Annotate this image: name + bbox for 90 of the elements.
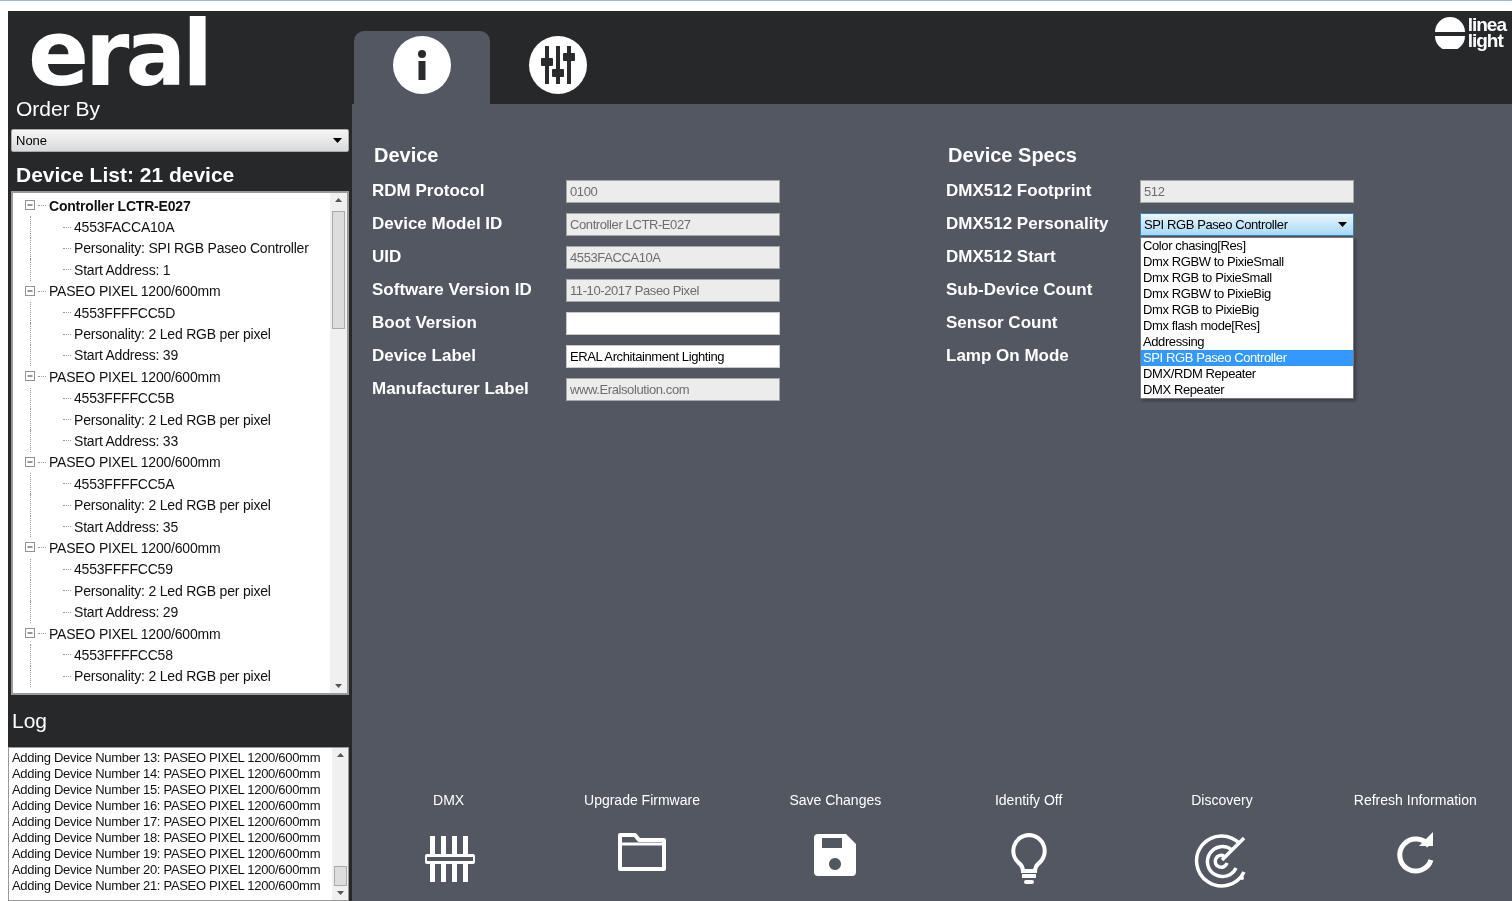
field-label: RDM Protocol	[372, 180, 486, 201]
tree-item[interactable]: Start Address: 35	[74, 518, 178, 535]
tree-item[interactable]: Personality: 2 Led RGB per pixel	[74, 411, 271, 428]
order-by-dropdown[interactable]: None	[11, 129, 349, 152]
log-line: Adding Device Number 16: PASEO PIXEL 1200/600mm	[12, 798, 322, 814]
mixer-icon	[529, 36, 587, 94]
field-label: Lamp On Mode	[946, 345, 1070, 366]
light-bulb-icon	[1008, 832, 1049, 886]
tree-item[interactable]: Personality: 2 Led RGB per pixel	[74, 582, 271, 599]
dropdown-option[interactable]: Dmx flash mode[Res]	[1141, 318, 1353, 334]
tree-item[interactable]: PASEO PIXEL 1200/600mm	[49, 283, 221, 300]
scrollbar[interactable]	[332, 748, 348, 900]
tree-item[interactable]: PASEO PIXEL 1200/600mm	[49, 539, 221, 556]
field-label: DMX512 Footprint	[946, 180, 1093, 201]
log-line: Adding Device Number 17: PASEO PIXEL 1200/600mm	[12, 814, 322, 830]
collapse-icon[interactable]	[25, 200, 36, 212]
field-label: Boot Version	[372, 312, 478, 333]
toolbar-button[interactable]: Upgrade Firmware	[545, 792, 739, 901]
collapse-icon[interactable]	[25, 628, 36, 639]
tree-item[interactable]: PASEO PIXEL 1200/600mm	[49, 368, 221, 385]
tree-item[interactable]: Start Address: 1	[74, 261, 171, 278]
tree-item[interactable]: Personality: 2 Led RGB per pixel	[74, 326, 271, 343]
tree-item[interactable]: Start Address: 29	[74, 604, 178, 621]
info-icon	[393, 36, 451, 94]
dropdown-option[interactable]: Dmx RGB to PixieSmall	[1141, 270, 1353, 286]
order-by-label: Order By	[15, 97, 102, 121]
field-label: UID	[372, 246, 403, 267]
log-title: Log	[11, 709, 48, 733]
dropdown-option[interactable]: Dmx RGBW to PixieBig	[1141, 286, 1353, 302]
toolbar-button[interactable]: Discovery	[1125, 792, 1319, 901]
caret-icon	[1338, 222, 1347, 227]
field-label: Device Label	[372, 345, 477, 366]
tree-item[interactable]: 4553FACCA10A	[74, 219, 175, 236]
device-list-title: Device List: 21 device	[15, 163, 236, 187]
folder-icon	[617, 832, 667, 872]
log-line: Adding Device Number 13: PASEO PIXEL 1200/600mm	[12, 750, 322, 766]
tree-item[interactable]: 4553FFFFCC5A	[74, 475, 175, 492]
half-circle-icon	[1433, 17, 1466, 49]
dropdown-option[interactable]: Dmx RGB to PixieBig	[1141, 302, 1353, 318]
field-label: Sensor Count	[946, 312, 1059, 333]
log-line: Adding Device Number 20: PASEO PIXEL 1200/600mm	[12, 862, 322, 878]
toolbar-button[interactable]: DMX	[352, 792, 546, 901]
log-line: Adding Device Number 21: PASEO PIXEL 1200/600mm	[12, 878, 322, 894]
collapse-icon[interactable]	[25, 456, 36, 468]
tree-item[interactable]: 4553FFFFCC59	[74, 561, 173, 578]
toolbar-button[interactable]: Save Changes	[738, 792, 932, 901]
brand-text: linea	[1467, 17, 1506, 33]
dropdown-option[interactable]: DMX/RDM Repeater	[1141, 366, 1353, 382]
log-line: Adding Device Number 19: PASEO PIXEL 1200/600mm	[12, 846, 322, 862]
caret-icon	[333, 138, 342, 143]
dropdown-option[interactable]: Dmx RGBW to PixieSmall	[1141, 254, 1353, 270]
brand-text: light	[1467, 33, 1504, 49]
section-title: Device	[373, 144, 440, 168]
tree-item[interactable]: Start Address: 39	[74, 347, 178, 364]
tree-item[interactable]: Personality: 2 Led RGB per pixel	[74, 497, 271, 514]
tree-item[interactable]: 4553FFFFCC58	[74, 646, 173, 663]
tree-item[interactable]: Personality: 2 Led RGB per pixel	[74, 668, 271, 685]
scroll-thumb[interactable]	[333, 866, 347, 886]
log-line: Adding Device Number 18: PASEO PIXEL 1200/600mm	[12, 830, 322, 846]
personality-dropdown[interactable]: SPI RGB Paseo Controller	[1140, 213, 1354, 236]
log-line: Adding Device Number 15: PASEO PIXEL 1200/600mm	[12, 782, 322, 798]
field-label: DMX512 Start	[946, 246, 1057, 267]
input-field[interactable]: ERAL Architainment Lighting	[566, 345, 780, 368]
tree-item[interactable]: Controller LCTR-E027	[49, 197, 191, 214]
tree-item[interactable]: PASEO PIXEL 1200/600mm	[49, 625, 221, 642]
collapse-icon[interactable]	[25, 285, 36, 297]
dropdown-option[interactable]: Addressing	[1141, 334, 1353, 350]
input-field[interactable]	[566, 312, 780, 335]
field-label: Manufacturer Label	[372, 378, 530, 399]
collapse-icon[interactable]	[25, 542, 36, 554]
scroll-thumb[interactable]	[332, 211, 345, 329]
dropdown-option[interactable]: DMX Repeater	[1141, 382, 1353, 398]
log-line: Adding Device Number 14: PASEO PIXEL 1200/600mm	[12, 766, 322, 782]
field-label: Sub-Device Count	[946, 279, 1094, 300]
field-label: Device Model ID	[372, 213, 504, 234]
section-title: Device Specs	[947, 144, 1078, 168]
tab[interactable]	[354, 31, 490, 104]
tree-item[interactable]: 4553FFFFCC5B	[74, 390, 175, 407]
tree-item[interactable]: Start Address: 33	[74, 433, 178, 449]
field-label: DMX512 Personality	[946, 213, 1110, 234]
toolbar-button[interactable]: Refresh Information	[1318, 792, 1512, 901]
field-label: Software Version ID	[372, 279, 533, 300]
logo: eral	[28, 9, 209, 99]
tree-item[interactable]: Personality: SPI RGB Paseo Controller	[74, 240, 309, 257]
collapse-icon[interactable]	[25, 371, 36, 383]
tree-item[interactable]: PASEO PIXEL 1200/600mm	[49, 454, 221, 471]
tree-item[interactable]: 4553FFFFCC5D	[74, 304, 176, 321]
toolbar-button[interactable]: Identify Off	[932, 792, 1126, 901]
scrollbar[interactable]	[330, 193, 347, 693]
dropdown-option[interactable]: Color chasing[Res]	[1141, 238, 1353, 254]
